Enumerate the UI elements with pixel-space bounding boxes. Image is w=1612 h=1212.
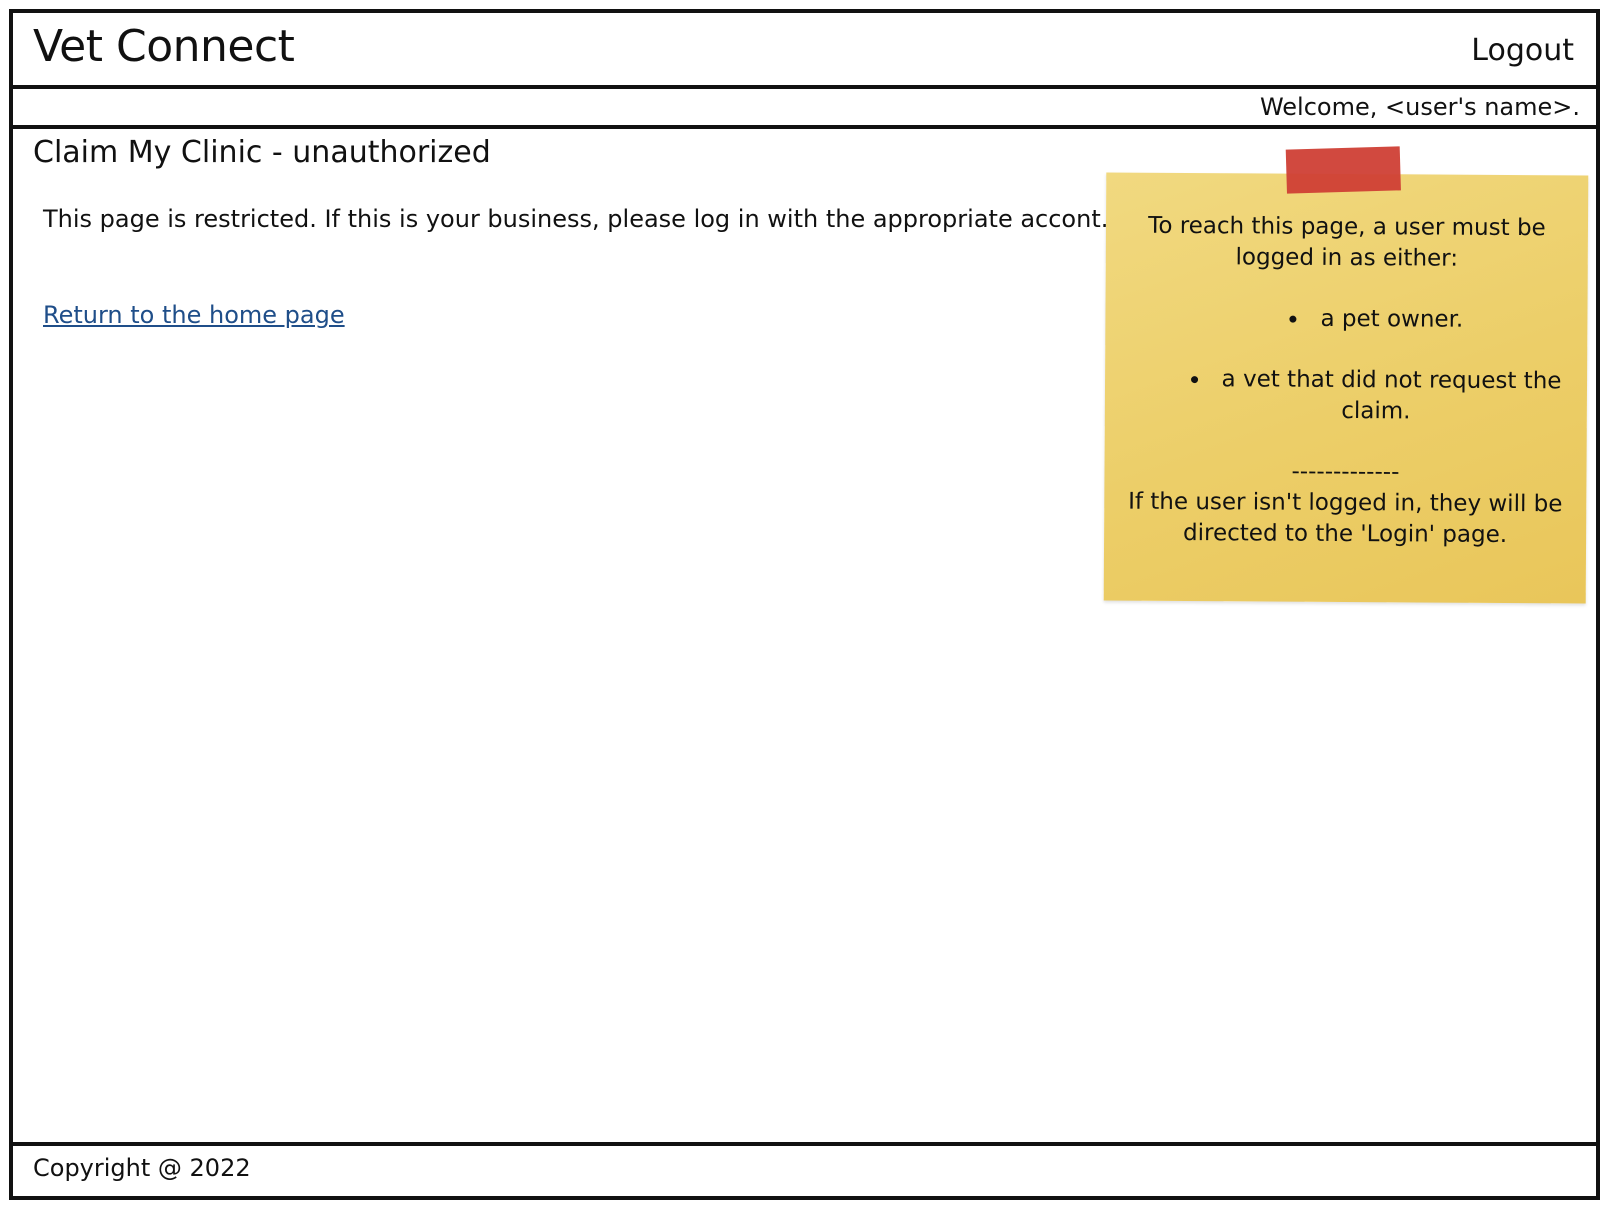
copyright-text: Copyright @ 2022 <box>33 1154 251 1182</box>
sticky-note-intro: To reach this page, a user must be logge… <box>1148 212 1546 272</box>
sticky-note-bullet: a vet that did not request the claim. <box>1123 364 1569 429</box>
page-title: Claim My Clinic - unauthorized <box>33 135 491 170</box>
return-home-link[interactable]: Return to the home page <box>43 301 345 329</box>
welcome-bar: Welcome, <user's name>. <box>13 89 1596 129</box>
logout-link[interactable]: Logout <box>1471 33 1574 68</box>
header: Vet Connect Logout <box>13 13 1596 89</box>
page-frame: Vet Connect Logout Welcome, <user's name… <box>9 9 1600 1200</box>
restricted-message: This page is restricted. If this is your… <box>43 205 1109 233</box>
sticky-note-redirect: If the user isn't logged in, they will b… <box>1128 488 1563 548</box>
welcome-message: Welcome, <user's name>. <box>1259 93 1580 121</box>
sticky-note-divider: ------------- <box>1291 458 1400 486</box>
tape-strip <box>1285 146 1401 194</box>
sticky-note: To reach this page, a user must be logge… <box>1103 146 1589 604</box>
sticky-note-bullets: a pet owner. a vet that did not request … <box>1123 303 1570 429</box>
sticky-note-content: To reach this page, a user must be logge… <box>1122 211 1570 552</box>
footer: Copyright @ 2022 <box>13 1142 1596 1196</box>
app-title: Vet Connect <box>33 21 295 72</box>
sticky-note-bullet: a pet owner. <box>1123 303 1569 337</box>
